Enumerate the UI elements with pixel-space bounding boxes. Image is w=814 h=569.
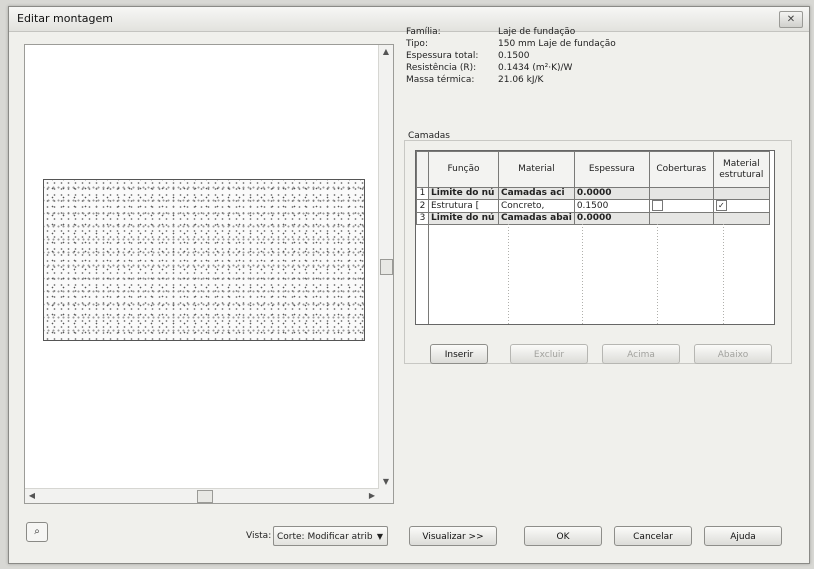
delete-button[interactable]: Excluir (510, 344, 588, 364)
arrow-right-icon[interactable]: ▶ (365, 489, 379, 503)
column-header-material[interactable]: Material (498, 151, 575, 188)
cell-thickness[interactable]: 0.0000 (573, 187, 650, 200)
view-label: Vista: (246, 531, 272, 541)
row-number: 2 (416, 199, 429, 213)
preview-button[interactable]: Visualizar >> (409, 526, 497, 546)
wraps-checkbox[interactable] (651, 200, 663, 211)
horizontal-scrollbar[interactable]: ◀ ▶ (25, 488, 379, 503)
cancel-button[interactable]: Cancelar (614, 526, 692, 546)
section-preview[interactable]: ▲ ▼ ◀ ▶ (24, 44, 394, 504)
property-value: Laje de fundação (498, 27, 576, 37)
property-value: 0.1434 (m²·K)/W (498, 63, 573, 73)
table-row[interactable]: 1 Limite do nú Camadas aci 0.0000 (416, 187, 770, 200)
cell-material[interactable]: Camadas aci (498, 187, 575, 200)
row-number-header (416, 151, 429, 188)
horizontal-scroll-thumb[interactable] (197, 490, 213, 503)
row-number: 1 (416, 187, 429, 200)
view-select[interactable]: Corte: Modificar atrib ▼ (273, 526, 388, 546)
row-number: 3 (416, 212, 429, 225)
structural-checkbox[interactable]: ✓ (715, 200, 727, 211)
cell-thickness[interactable]: 0.1500 (573, 199, 650, 213)
assembly-properties: Família: Laje de fundação Tipo: 150 mm L… (406, 26, 616, 86)
cell-wraps (648, 187, 714, 200)
property-row: Tipo: 150 mm Laje de fundação (406, 38, 616, 50)
property-label: Resistência (R): (406, 63, 477, 73)
move-down-button[interactable]: Abaixo (694, 344, 772, 364)
arrow-left-icon[interactable]: ◀ (25, 489, 39, 503)
cell-material[interactable]: Concreto, (498, 199, 575, 213)
cell-structural (712, 212, 770, 225)
layers-table[interactable]: Função Material Espessura Coberturas Mat… (415, 150, 775, 325)
magnifier-icon[interactable]: ⌕ (26, 522, 48, 542)
view-select-value: Corte: Modificar atrib (277, 532, 373, 542)
property-row: Massa térmica: 21.06 kJ/K (406, 74, 616, 86)
chevron-down-icon: ▼ (376, 532, 383, 541)
property-row: Resistência (R): 0.1434 (m²·K)/W (406, 62, 616, 74)
column-header-wraps[interactable]: Coberturas (648, 151, 714, 188)
layers-group-label: Camadas (408, 131, 450, 141)
cell-thickness[interactable]: 0.0000 (573, 212, 650, 225)
insert-button[interactable]: Inserir (430, 344, 488, 364)
cell-function[interactable]: Limite do nú (428, 187, 499, 200)
cell-wraps (648, 199, 714, 213)
column-header-function[interactable]: Função (428, 151, 499, 188)
property-label: Espessura total: (406, 51, 479, 61)
table-header-row: Função Material Espessura Coberturas Mat… (416, 151, 770, 188)
help-button[interactable]: Ajuda (704, 526, 782, 546)
property-value: 0.1500 (498, 51, 530, 61)
property-value: 21.06 kJ/K (498, 75, 544, 85)
column-header-structural-material[interactable]: Material estrutural (712, 151, 770, 188)
column-header-thickness[interactable]: Espessura (573, 151, 650, 188)
property-label: Massa térmica: (406, 75, 475, 85)
cell-material[interactable]: Camadas abai (498, 212, 575, 225)
ok-button[interactable]: OK (524, 526, 602, 546)
layers-grid: Função Material Espessura Coberturas Mat… (416, 151, 770, 225)
move-up-button[interactable]: Acima (602, 344, 680, 364)
property-row: Família: Laje de fundação (406, 26, 616, 38)
arrow-down-icon[interactable]: ▼ (379, 475, 393, 489)
property-row: Espessura total: 0.1500 (406, 50, 616, 62)
close-icon[interactable]: ✕ (779, 11, 803, 28)
cell-structural: ✓ (712, 199, 770, 213)
cell-wraps (648, 212, 714, 225)
cell-function[interactable]: Limite do nú (428, 212, 499, 225)
dialog-title: Editar montagem (17, 12, 113, 25)
arrow-up-icon[interactable]: ▲ (379, 45, 393, 59)
cell-function[interactable]: Estrutura [ (428, 199, 499, 213)
table-row[interactable]: 3 Limite do nú Camadas abai 0.0000 (416, 212, 770, 225)
vertical-scroll-thumb[interactable] (380, 259, 393, 275)
cell-structural (712, 187, 770, 200)
slab-section-hatch (43, 179, 365, 341)
property-value: 150 mm Laje de fundação (498, 39, 616, 49)
property-label: Tipo: (406, 39, 428, 49)
table-row[interactable]: 2 Estrutura [ Concreto, 0.1500 ✓ (416, 199, 770, 213)
vertical-scrollbar[interactable]: ▲ ▼ (378, 45, 393, 503)
property-label: Família: (406, 27, 441, 37)
